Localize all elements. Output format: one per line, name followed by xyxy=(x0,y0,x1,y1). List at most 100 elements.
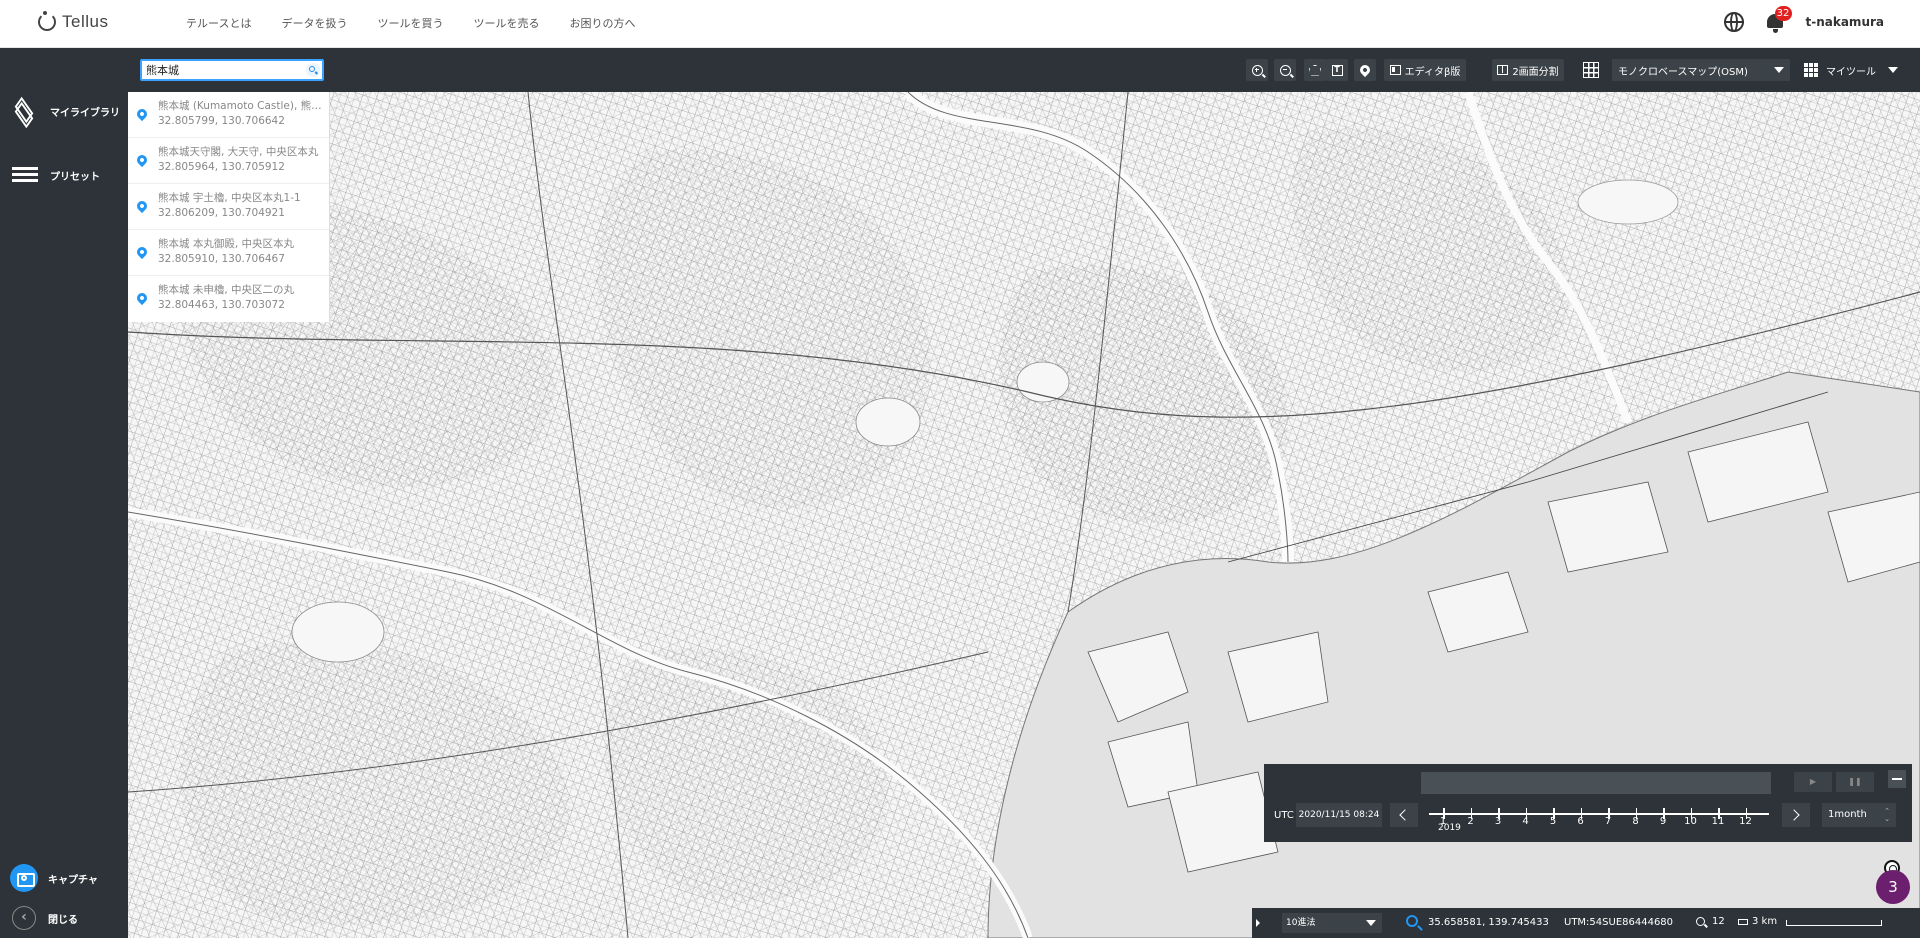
interval-select[interactable]: 1month ⌃ ⌄ xyxy=(1822,803,1896,827)
capture-label: キャプチャ xyxy=(48,874,98,886)
sidebar-item-presets[interactable]: プリセット xyxy=(12,162,100,188)
timeline-month-label: 12 xyxy=(1739,816,1752,827)
next-period-button[interactable] xyxy=(1782,803,1810,827)
scale-bar xyxy=(1786,920,1882,926)
list-item[interactable]: 熊本城 (Kumamoto Castle), 熊本城 32.805799, 13… xyxy=(128,92,329,138)
result-name: 熊本城 本丸御殿, 中央区本丸 xyxy=(158,238,295,250)
add-marker-button[interactable] xyxy=(1354,59,1376,81)
zoom-in-button[interactable] xyxy=(1246,59,1268,81)
chevron-left-icon: ‹ xyxy=(12,906,36,930)
status-bar: 10進法 35.658581, 139.745433 UTM:54SUE8644… xyxy=(1252,908,1920,938)
map-pin-icon xyxy=(134,290,150,306)
grid-icon xyxy=(1583,62,1599,78)
chevron-down-icon xyxy=(1774,67,1784,73)
draw-polygon-button[interactable] xyxy=(1304,59,1326,81)
split-screen-button[interactable]: 2画面分割 xyxy=(1492,59,1564,81)
split-label: 2画面分割 xyxy=(1512,66,1559,78)
editor-label: エディタβ版 xyxy=(1404,66,1461,78)
nav-link-buy-tools[interactable]: ツールを買う xyxy=(377,15,443,31)
list-icon xyxy=(12,162,38,188)
zoom-out-button[interactable] xyxy=(1274,59,1296,81)
map-pin-icon xyxy=(134,244,150,260)
coordinate-format-select[interactable]: 10進法 xyxy=(1282,913,1382,933)
result-coord: 32.805799, 130.706642 xyxy=(158,115,285,127)
grid-toggle-button[interactable] xyxy=(1580,59,1602,81)
result-name: 熊本城 未申櫓, 中央区二の丸 xyxy=(158,284,295,296)
search-input[interactable] xyxy=(146,62,296,78)
zoom-out-icon xyxy=(1279,64,1291,76)
logo-mark-icon xyxy=(38,11,56,31)
list-item[interactable]: 熊本城 未申櫓, 中央区二の丸 32.804463, 130.703072 xyxy=(128,276,329,322)
scale-icon xyxy=(1738,919,1748,925)
play-button[interactable]: ▶ xyxy=(1794,772,1832,792)
map-pin-icon xyxy=(134,152,150,168)
timeline-bar[interactable] xyxy=(1421,772,1771,794)
utc-label: UTC xyxy=(1274,810,1294,821)
my-tools-menu[interactable]: マイツール xyxy=(1804,59,1900,81)
list-item[interactable]: 熊本城 宇土櫓, 中央区本丸1-1 32.806209, 130.704921 xyxy=(128,184,329,230)
timeline-month-label: 8 xyxy=(1632,816,1639,827)
timeline-month-label: 10 xyxy=(1684,816,1697,827)
previous-period-button[interactable] xyxy=(1390,803,1418,827)
timeline-month-label: 5 xyxy=(1549,816,1557,827)
sidebar-item-label: マイライブラリ xyxy=(50,107,120,119)
nav-link-data[interactable]: データを扱う xyxy=(281,15,347,31)
my-tools-label: マイツール xyxy=(1826,66,1876,78)
cursor-coordinates: 35.658581, 139.745433 xyxy=(1428,917,1549,928)
user-menu[interactable]: t-nakamura xyxy=(1806,15,1885,29)
main-nav: テルースとは データを扱う ツールを買う ツールを売る お困りの方へ xyxy=(186,15,635,31)
close-sidebar-button[interactable]: ‹ 閉じる xyxy=(12,906,78,930)
zoom-in-icon xyxy=(1251,64,1263,76)
search-results-list: 熊本城 (Kumamoto Castle), 熊本城 32.805799, 13… xyxy=(128,92,330,322)
timeline-month-label: 11 xyxy=(1711,816,1725,827)
result-name: 熊本城 宇土櫓, 中央区本丸1-1 xyxy=(158,192,301,204)
minimize-button[interactable] xyxy=(1888,770,1906,788)
sidebar-item-my-library[interactable]: マイライブラリ xyxy=(12,96,120,129)
editor-beta-button[interactable]: エディタβ版 xyxy=(1384,59,1466,81)
timeline-month-label: 9 xyxy=(1659,816,1667,827)
search-icon[interactable] xyxy=(1406,915,1418,927)
nav-link-about[interactable]: テルースとは xyxy=(186,15,251,31)
utm-coordinates: UTM:54SUE86444680 xyxy=(1564,917,1674,928)
bell-icon[interactable]: 32 xyxy=(1764,6,1792,34)
result-coord: 32.805910, 130.706467 xyxy=(158,253,285,265)
scale-label: 3 km xyxy=(1752,916,1778,927)
place-search xyxy=(140,59,324,81)
pause-button[interactable]: ❚❚ xyxy=(1836,772,1874,792)
text-icon: T xyxy=(1331,64,1343,76)
result-coord: 32.805964, 130.705912 xyxy=(158,161,285,173)
header-actions: 32 t-nakamura xyxy=(1723,6,1885,34)
result-name: 熊本城天守閣, 大天守, 中央区本丸 xyxy=(158,146,319,158)
app-name: Tellus xyxy=(62,12,109,31)
map-pin-icon xyxy=(1357,62,1373,78)
month-ruler[interactable]: 1 2 3 4 5 6 7 8 9 10 11 12 xyxy=(1429,804,1769,834)
map-toolbar: T エディタβ版 2画面分割 モノクロベースマップ(OSM) マイツール xyxy=(128,48,1920,92)
capture-button[interactable]: キャプチャ xyxy=(10,864,98,892)
camera-icon xyxy=(10,864,38,892)
draw-text-button[interactable]: T xyxy=(1326,59,1348,81)
globe-icon[interactable] xyxy=(1723,12,1744,32)
timeline-month-label: 6 xyxy=(1577,816,1584,827)
statusbar-toggle-button[interactable] xyxy=(1252,908,1264,938)
search-icon[interactable] xyxy=(306,63,320,77)
time-slider-panel: ▶ ❚❚ UTC 2020/11/15 08:24 1 2 3 4 5 6 7 8 9 10 11 1… xyxy=(1264,764,1912,842)
editor-icon xyxy=(1389,65,1401,75)
split-view-icon xyxy=(1497,65,1509,75)
list-item[interactable]: 熊本城 本丸御殿, 中央区本丸 32.805910, 130.706467 xyxy=(128,230,329,276)
interval-value: 1month xyxy=(1828,809,1867,820)
result-coord: 32.804463, 130.703072 xyxy=(158,299,285,311)
app-logo[interactable]: Tellus xyxy=(38,11,109,32)
nav-link-help[interactable]: お困りの方へ xyxy=(569,15,635,31)
timeline-month-label: 7 xyxy=(1604,816,1612,827)
basemap-select[interactable]: モノクロベースマップ(OSM) xyxy=(1612,59,1790,81)
timeline-month-label: 4 xyxy=(1522,816,1529,827)
floating-badge[interactable]: 3 xyxy=(1876,870,1910,904)
apps-grid-icon xyxy=(1804,63,1818,77)
basemap-value: モノクロベースマップ(OSM) xyxy=(1618,66,1748,78)
current-datetime[interactable]: 2020/11/15 08:24 xyxy=(1296,803,1382,827)
chevron-down-icon xyxy=(1888,67,1898,73)
nav-link-sell-tools[interactable]: ツールを売る xyxy=(473,15,539,31)
list-item[interactable]: 熊本城天守閣, 大天守, 中央区本丸 32.805964, 130.705912 xyxy=(128,138,329,184)
sidebar: マイライブラリ プリセット キャプチャ ‹ 閉じる xyxy=(0,48,128,938)
notification-badge: 32 xyxy=(1774,6,1792,21)
